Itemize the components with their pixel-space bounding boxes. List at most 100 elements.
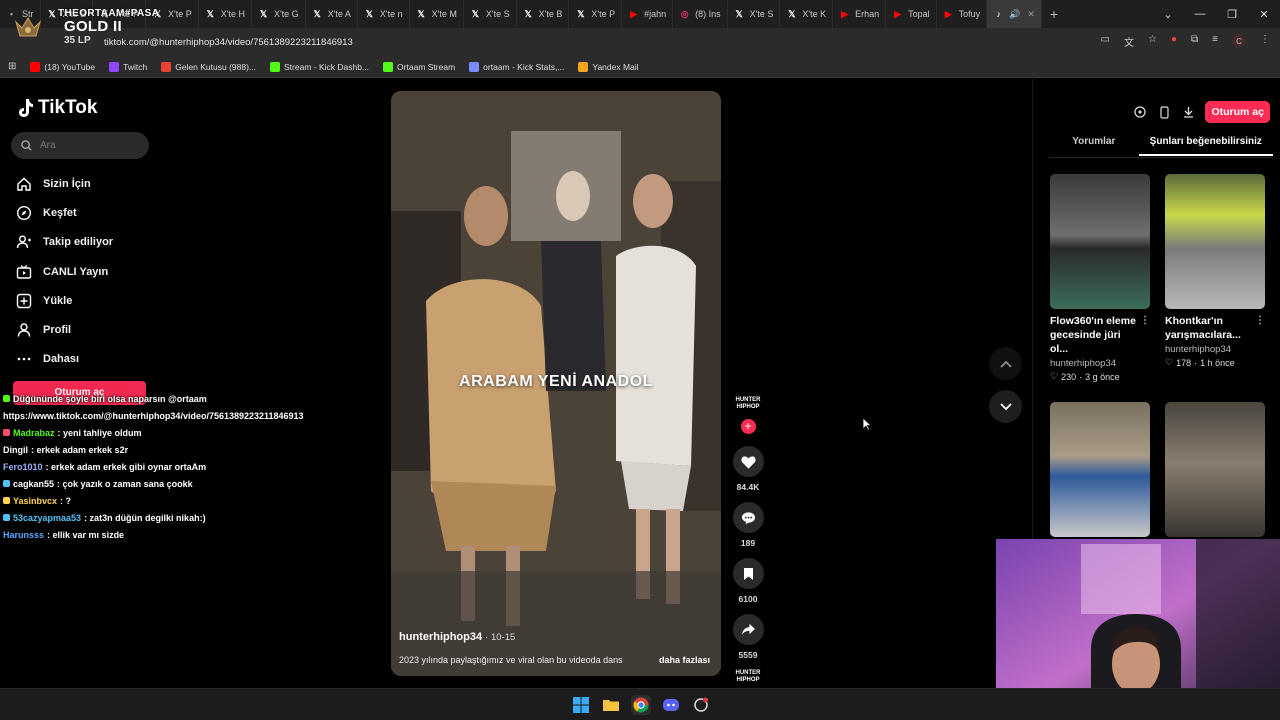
browser-tab[interactable]: 𝕏 X'te S [464, 0, 517, 28]
bookmark-star-icon[interactable]: ☆ [1148, 34, 1157, 49]
next-video-button[interactable] [989, 390, 1022, 423]
video-thumbnail[interactable] [1050, 402, 1150, 537]
minimize-button[interactable]: — [1184, 8, 1216, 20]
browser-tab[interactable]: 𝕏 X'te M [410, 0, 464, 28]
sidebar-item[interactable]: Sizin İçin [16, 169, 113, 198]
creator-avatar[interactable]: HUNTER HIPHOP [733, 397, 763, 417]
sidebar-item[interactable]: Yükle [16, 286, 113, 315]
bookmark-item[interactable]: Yandex Mail [578, 61, 639, 72]
browser-tab[interactable]: 𝕏 X'te P [569, 0, 623, 28]
video-more-link[interactable]: daha fazlası [659, 655, 710, 665]
browser-tab-active[interactable]: ♪ 🔊 ✕ [987, 0, 1042, 28]
browser-tab[interactable]: ▶ Erhan [833, 0, 887, 28]
chat-text: Düğününde şöyle biri olsa naparsın @orta… [13, 393, 207, 404]
media-controls-icon[interactable]: ≡ [1212, 34, 1218, 49]
browser-tab[interactable]: ▶ Topal [886, 0, 937, 28]
extension-red-icon[interactable]: ● [1171, 34, 1177, 49]
comment-button[interactable] [732, 502, 764, 533]
previous-video-button[interactable] [989, 347, 1022, 380]
sidebar-item-label: Takip ediliyor [43, 236, 114, 249]
sidebar-item[interactable]: Profil [16, 315, 113, 344]
browser-tab[interactable]: ◎ (8) Ins [673, 0, 728, 28]
browser-tab[interactable]: ▶ Tofuy [937, 0, 988, 28]
apps-grid-icon[interactable]: ⊞ [8, 61, 16, 72]
bookmark-label: Twitch [123, 61, 148, 72]
search-box[interactable] [11, 132, 149, 159]
top-right-actions: Oturum aç [1133, 101, 1270, 123]
browser-tab[interactable]: ▶ #jahn [622, 0, 674, 28]
discord-icon[interactable] [661, 695, 681, 715]
translate-icon[interactable]: 文 [1124, 34, 1134, 49]
file-explorer-icon[interactable] [601, 695, 621, 715]
browser-tab[interactable]: 𝕏 X'te n [358, 0, 410, 28]
browser-menu-icon[interactable]: ⋮ [1260, 34, 1270, 49]
new-tab-button[interactable]: + [1042, 6, 1066, 22]
close-window-button[interactable]: ✕ [1248, 8, 1280, 21]
tiktok-logo[interactable]: TikTok [16, 97, 97, 119]
windows-start-icon[interactable] [571, 695, 591, 715]
cast-icon[interactable]: ▭ [1101, 34, 1110, 49]
bookmark-favicon-icon [30, 61, 41, 72]
tab-comments[interactable]: Yorumlar [1049, 136, 1139, 156]
bookmark-item[interactable]: Gelen Kutusu (988)... [161, 61, 256, 72]
chat-username: Dingil [3, 444, 28, 455]
speaker-icon[interactable]: 🔊 [1009, 9, 1020, 20]
comment-icon [741, 511, 755, 524]
suggested-video-card[interactable]: Flow360⋮ [1165, 402, 1265, 556]
download-icon[interactable] [1181, 105, 1195, 119]
bookmark-item[interactable]: Stream - Kick Dashb... [270, 61, 369, 72]
mobile-app-icon[interactable] [1157, 105, 1171, 119]
save-button[interactable] [732, 558, 764, 589]
browser-tab[interactable]: 𝕏 X'te K [780, 0, 834, 28]
card-title-line: yarışmacılara... [1165, 329, 1241, 341]
browser-tab[interactable]: 𝕏 X'te B [517, 0, 570, 28]
browser-tab-label: X'te S [749, 9, 774, 19]
url-field[interactable]: tiktok.com/@hunterhiphop34/video/7561389… [104, 37, 353, 48]
bookmark-item[interactable]: (18) YouTube [30, 61, 95, 72]
tab-you-may-like[interactable]: Şunları beğenebilirsiniz [1138, 136, 1273, 156]
card-meta: ♡ 178 · 1 h önce [1165, 357, 1265, 368]
video-author[interactable]: hunterhiphop34 · 10-15 [399, 631, 515, 643]
bookmark-item[interactable]: ortaam - Kick Stats,... [469, 61, 564, 72]
card-title[interactable]: Khontkar'ın yarışmacılara... ⋮ [1165, 314, 1265, 342]
follow-plus-button[interactable]: + [740, 419, 756, 434]
browser-tab[interactable]: 𝕏 X'te A [306, 0, 358, 28]
chrome-icon[interactable] [631, 695, 651, 715]
app-gear-icon[interactable] [691, 695, 711, 715]
browser-tab[interactable]: 𝕏 X'te S [728, 0, 781, 28]
card-author[interactable]: hunterhiphop34 [1050, 358, 1150, 369]
card-menu-icon[interactable]: ⋮ [1255, 314, 1265, 328]
card-menu-icon[interactable]: ⋮ [1140, 314, 1150, 328]
bookmark-item[interactable]: Twitch [109, 61, 148, 72]
extensions-icon[interactable]: ⧉ [1191, 34, 1198, 49]
music-disc[interactable]: HUNTER HIPHOP [733, 670, 763, 690]
tab-search-icon[interactable]: ⌄ [1152, 8, 1184, 21]
suggested-video-card[interactable]: Flow360 isimli⋮ [1050, 402, 1150, 556]
sidebar-item[interactable]: Takip ediliyor [16, 228, 113, 257]
video-author-name[interactable]: hunterhiphop34 [399, 631, 482, 643]
video-thumbnail[interactable] [1165, 402, 1265, 537]
profile-avatar[interactable]: C [1232, 34, 1246, 48]
coins-icon[interactable] [1133, 105, 1147, 119]
suggested-video-card[interactable]: Khontkar'ın yarışmacılara... ⋮ hunterhiphop… [1165, 174, 1265, 382]
like-button[interactable] [732, 446, 764, 477]
card-author[interactable]: hunterhiphop34 [1165, 344, 1265, 355]
heart-icon [740, 455, 756, 469]
rank-name: GOLD II [64, 18, 122, 35]
browser-tab[interactable]: 𝕏 X'te H [199, 0, 252, 28]
share-button[interactable] [732, 614, 764, 645]
sidebar-item[interactable]: CANLI Yayın [16, 257, 113, 286]
search-input[interactable] [40, 140, 140, 151]
suggested-video-card[interactable]: Flow360'ın eleme gecesinde jüri ol... ⋮ hun… [1050, 174, 1150, 382]
close-tab-icon[interactable]: ✕ [1027, 9, 1035, 20]
video-player[interactable]: ARABAM YENİ ANADOL hunterhiphop34 · 10-1… [391, 91, 721, 676]
maximize-button[interactable]: ❐ [1216, 8, 1248, 21]
video-thumbnail[interactable] [1165, 174, 1265, 309]
login-button[interactable]: Oturum aç [1205, 101, 1270, 123]
bookmark-item[interactable]: Ortaam Stream [383, 61, 455, 72]
browser-tab[interactable]: 𝕏 X'te G [252, 0, 306, 28]
sidebar-item[interactable]: Keşfet [16, 198, 113, 227]
video-thumbnail[interactable] [1050, 174, 1150, 309]
sidebar-item[interactable]: Dahası [16, 345, 113, 374]
card-title[interactable]: Flow360'ın eleme gecesinde jüri ol... ⋮ [1050, 314, 1150, 356]
